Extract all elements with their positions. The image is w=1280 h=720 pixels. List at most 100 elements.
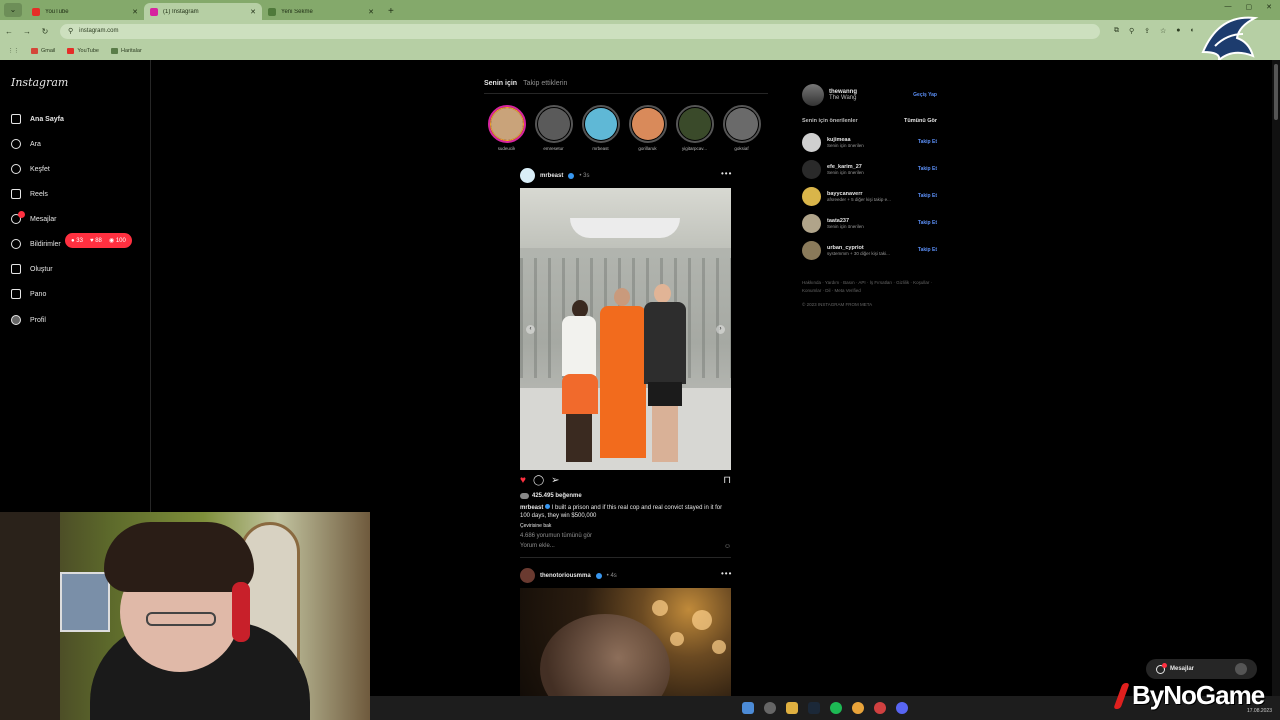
post-username[interactable]: thenotoriousmma xyxy=(540,573,591,579)
nav-search[interactable]: Ara xyxy=(11,139,41,149)
suggestion-avatar[interactable] xyxy=(802,186,821,206)
page-scrollbar[interactable] xyxy=(1272,60,1280,696)
nav-profile[interactable]: Profil xyxy=(11,315,46,325)
post-author-avatar[interactable] xyxy=(520,168,535,183)
instagram-logo[interactable]: Instagram xyxy=(11,76,68,89)
spotify-icon[interactable] xyxy=(830,702,842,714)
back-arrow-icon[interactable]: ← xyxy=(0,27,18,36)
profile-icon[interactable]: ◐ xyxy=(1191,27,1195,35)
post-image[interactable] xyxy=(520,588,731,696)
install-icon[interactable]: ⧉ xyxy=(1114,27,1119,35)
emoji-icon[interactable]: ☺ xyxy=(724,543,731,550)
tab-search-button[interactable]: ⌄ xyxy=(4,3,22,17)
bookmark-maps[interactable]: Haritalar xyxy=(111,48,142,54)
chrome-profile-icon[interactable] xyxy=(874,702,886,714)
post-username[interactable]: mrbeast xyxy=(540,173,563,179)
nav-explore[interactable]: Keşfet xyxy=(11,164,50,174)
like-heart-icon[interactable]: ♥ xyxy=(520,475,526,486)
footer-links[interactable]: Hakkında · Yardım · Basın · API · İş Fır… xyxy=(802,279,937,295)
url-input[interactable]: ⚲ instagram.com xyxy=(60,23,1100,39)
view-all-comments-link[interactable]: 4.686 yorumun tümünü gör xyxy=(520,533,592,539)
more-options-icon[interactable]: ••• xyxy=(721,169,732,178)
suggestion-avatar[interactable] xyxy=(802,240,821,260)
site-info-icon[interactable]: ⚲ xyxy=(68,27,73,35)
bookmark-youtube[interactable]: YouTube xyxy=(67,48,99,54)
apps-grid-icon[interactable]: ⋮⋮ xyxy=(8,48,19,54)
nav-create[interactable]: Oluştur xyxy=(11,264,53,274)
follow-button[interactable]: Takip Et xyxy=(918,166,937,172)
tab-following[interactable]: Takip ettiklerin xyxy=(523,80,567,87)
close-tab-icon[interactable]: ✕ xyxy=(132,8,138,16)
notification-summary-badge[interactable]: ● 33 ♥ 88 ◉ 100 xyxy=(65,233,132,248)
extension-icon[interactable]: ● xyxy=(1176,27,1180,35)
post-author-avatar[interactable] xyxy=(520,568,535,583)
add-comment-input[interactable]: Yorum ekle... ☺ xyxy=(520,543,731,550)
story-item[interactable]: gorillaruk xyxy=(628,105,667,151)
save-bookmark-icon[interactable]: ⊓ xyxy=(723,475,731,486)
story-avatar xyxy=(537,108,570,140)
close-tab-icon[interactable]: ✕ xyxy=(250,8,256,16)
story-item[interactable]: sudeucik xyxy=(487,105,526,151)
follow-button[interactable]: Takip Et xyxy=(918,220,937,226)
steam-icon[interactable] xyxy=(808,702,820,714)
bookmark-gmail[interactable]: Gmail xyxy=(31,48,55,54)
caption-username[interactable]: mrbeast xyxy=(520,505,543,511)
account-avatar[interactable] xyxy=(802,84,824,106)
see-translation-link[interactable]: Çevirisine bak xyxy=(520,523,551,529)
messages-pill-button[interactable]: Mesajlar xyxy=(1146,659,1257,679)
reels-icon xyxy=(11,189,21,199)
comment-icon[interactable]: ◯ xyxy=(533,475,544,486)
reload-icon[interactable]: ↻ xyxy=(36,27,54,36)
image-face xyxy=(540,614,670,696)
bookmark-star-icon[interactable]: ☆ xyxy=(1160,27,1166,35)
nav-home[interactable]: Ana Sayfa xyxy=(11,114,64,124)
nav-label: Profil xyxy=(30,316,46,324)
close-tab-icon[interactable]: ✕ xyxy=(368,8,374,16)
windows-start-icon[interactable] xyxy=(742,702,754,714)
tab-youtube[interactable]: YouTube ✕ xyxy=(26,3,144,20)
chrome-icon[interactable] xyxy=(852,702,864,714)
file-explorer-icon[interactable] xyxy=(786,702,798,714)
nav-dashboard[interactable]: Pano xyxy=(11,289,46,299)
see-all-button[interactable]: Tümünü Gör xyxy=(904,118,937,124)
zoom-icon[interactable]: ⚲ xyxy=(1129,27,1134,35)
carousel-prev-icon[interactable]: ‹ xyxy=(526,325,535,334)
suggestion-item: taata237 Senin için önerilen Takip Et xyxy=(802,213,937,233)
like-count[interactable]: 425.495 beğenme xyxy=(520,493,582,499)
tab-for-you[interactable]: Senin için xyxy=(484,80,517,87)
forward-arrow-icon[interactable]: → xyxy=(18,27,36,36)
unread-messages-badge xyxy=(18,211,25,218)
search-taskbar-icon[interactable] xyxy=(764,702,776,714)
discord-icon[interactable] xyxy=(896,702,908,714)
nav-label: Mesajlar xyxy=(30,215,57,223)
story-item[interactable]: goksiaf xyxy=(722,105,761,151)
follow-button[interactable]: Takip Et xyxy=(918,139,937,145)
nav-reels[interactable]: Reels xyxy=(11,189,48,199)
home-icon xyxy=(11,114,21,124)
suggestion-avatar[interactable] xyxy=(802,159,821,179)
verified-badge-icon xyxy=(595,572,602,579)
minimize-icon[interactable]: — xyxy=(1225,3,1232,11)
post-image[interactable]: ‹ › xyxy=(520,188,731,470)
follow-button[interactable]: Takip Et xyxy=(918,193,937,199)
scrollbar-thumb[interactable] xyxy=(1274,64,1278,120)
close-window-icon[interactable]: ✕ xyxy=(1266,3,1272,11)
follow-button[interactable]: Takip Et xyxy=(918,247,937,253)
suggestion-avatar[interactable] xyxy=(802,213,821,233)
share-icon[interactable]: ⇪ xyxy=(1144,27,1150,35)
new-tab-plus-icon[interactable]: + xyxy=(388,6,394,17)
story-item[interactable]: mrbeast xyxy=(581,105,620,151)
suggestion-avatar[interactable] xyxy=(802,132,821,152)
more-options-icon[interactable]: ••• xyxy=(721,569,732,578)
story-item[interactable]: emresetur xyxy=(534,105,573,151)
story-item[interactable]: yigitarpcav... xyxy=(675,105,714,151)
tab-instagram[interactable]: (1) Instagram ✕ xyxy=(144,3,262,20)
share-send-icon[interactable]: ➢ xyxy=(551,475,559,486)
nav-notifications[interactable]: Bildirimler xyxy=(11,239,61,249)
switch-account-button[interactable]: Geçiş Yap xyxy=(913,92,937,98)
carousel-next-icon[interactable]: › xyxy=(716,325,725,334)
maximize-icon[interactable]: ▢ xyxy=(1246,3,1253,11)
verified-badge-icon xyxy=(545,504,551,509)
tab-new[interactable]: Yeni Sekme ✕ xyxy=(262,3,380,20)
story-avatar xyxy=(678,108,711,140)
